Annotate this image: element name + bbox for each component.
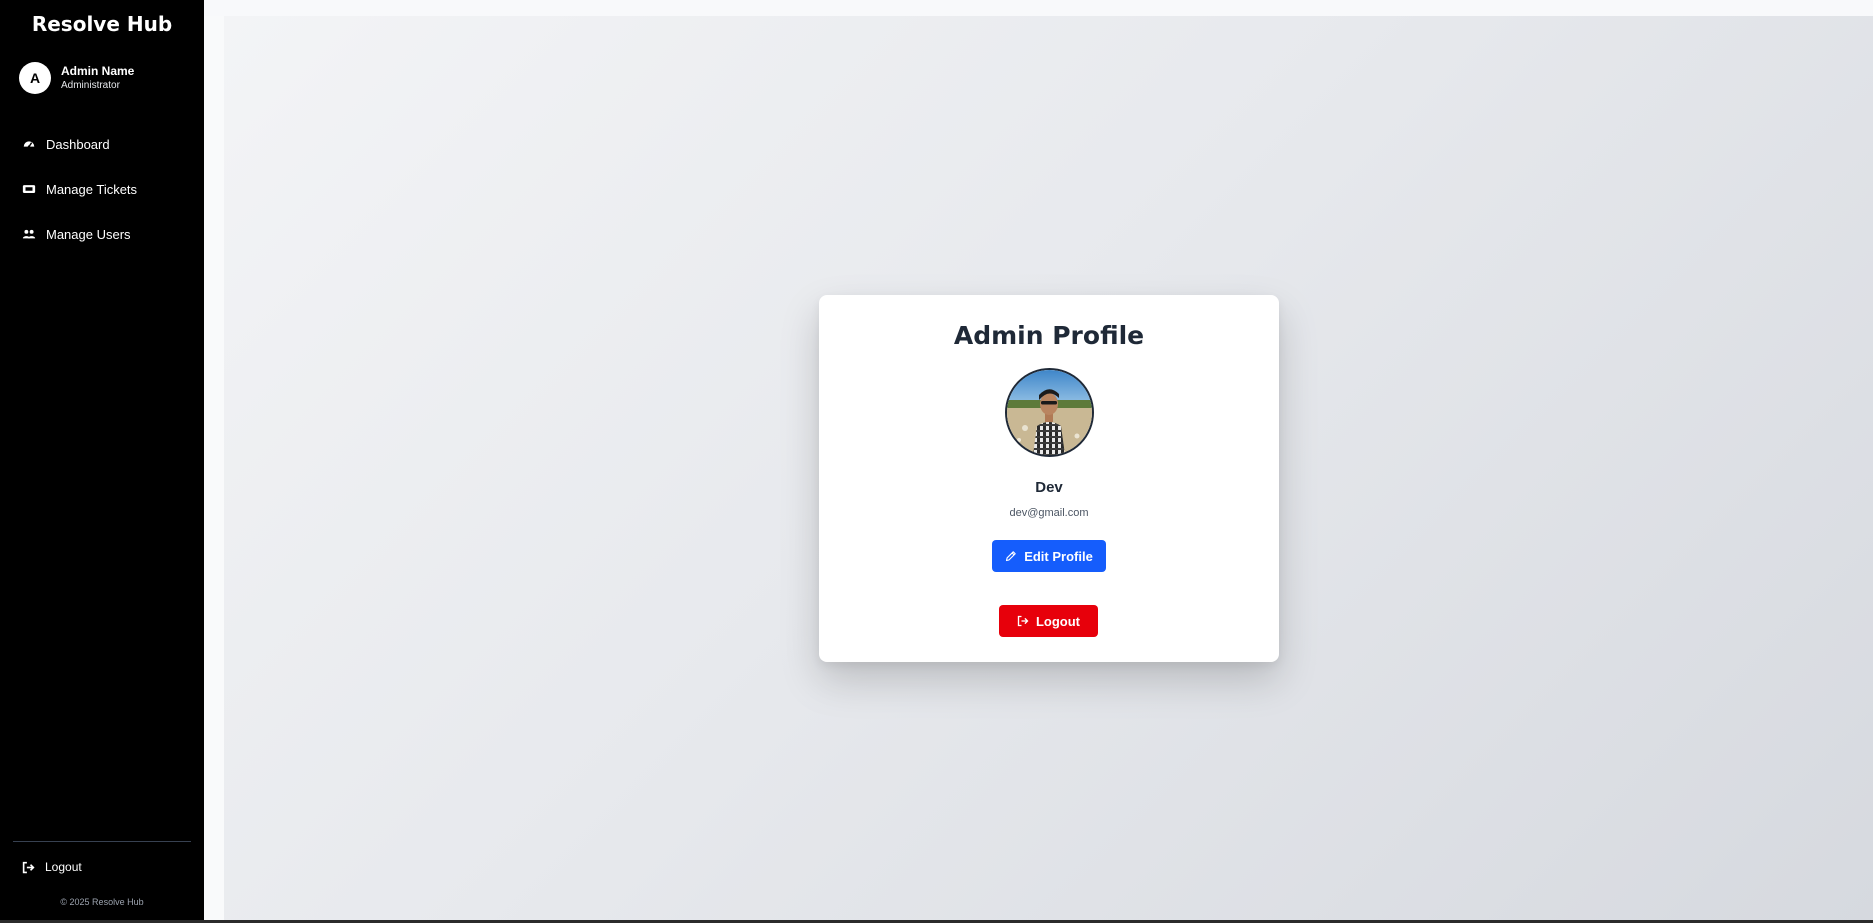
app-title: Resolve Hub <box>31 12 173 36</box>
sidebar-logout-button[interactable]: Logout <box>22 860 82 874</box>
logout-icon <box>1017 615 1029 627</box>
sidebar-item-label: Dashboard <box>46 136 110 152</box>
top-bar <box>204 0 1873 16</box>
content-gutter <box>204 16 224 923</box>
profile-card: Admin Profile Dev dev@gmail.com Edit Pro… <box>819 295 1279 662</box>
profile-name: Dev <box>1035 479 1063 496</box>
sidebar-item-dashboard[interactable]: Dashboard <box>0 130 204 158</box>
sidebar-item-manage-tickets[interactable]: Manage Tickets <box>0 175 204 203</box>
pencil-icon <box>1005 550 1017 562</box>
sidebar-divider <box>13 841 191 842</box>
avatar: A <box>19 62 51 94</box>
sidebar: Resolve Hub A Admin Name Administrator D… <box>0 0 204 923</box>
gauge-icon <box>22 137 36 151</box>
user-name: Admin Name <box>61 64 135 78</box>
user-role: Administrator <box>61 80 120 91</box>
ticket-icon <box>22 182 36 196</box>
sidebar-nav: Dashboard Manage Tickets Manage Users <box>0 130 204 265</box>
user-block: A Admin Name Administrator <box>19 62 134 94</box>
edit-profile-button[interactable]: Edit Profile <box>992 540 1106 572</box>
logout-icon <box>22 861 35 874</box>
sidebar-item-label: Manage Tickets <box>46 181 138 197</box>
logout-button[interactable]: Logout <box>999 605 1098 637</box>
page-title: Admin Profile <box>953 321 1145 350</box>
sidebar-logout-label: Logout <box>45 860 82 874</box>
profile-photo <box>1005 368 1094 457</box>
edit-profile-label: Edit Profile <box>1024 548 1093 564</box>
logout-label: Logout <box>1035 613 1081 629</box>
sidebar-item-manage-users[interactable]: Manage Users <box>0 220 204 248</box>
user-info: Admin Name Administrator <box>61 64 134 92</box>
sidebar-footer: © 2025 Resolve Hub <box>60 897 144 907</box>
profile-email: dev@gmail.com <box>1009 507 1089 519</box>
users-icon <box>22 227 36 241</box>
sidebar-item-label: Manage Users <box>46 226 131 242</box>
